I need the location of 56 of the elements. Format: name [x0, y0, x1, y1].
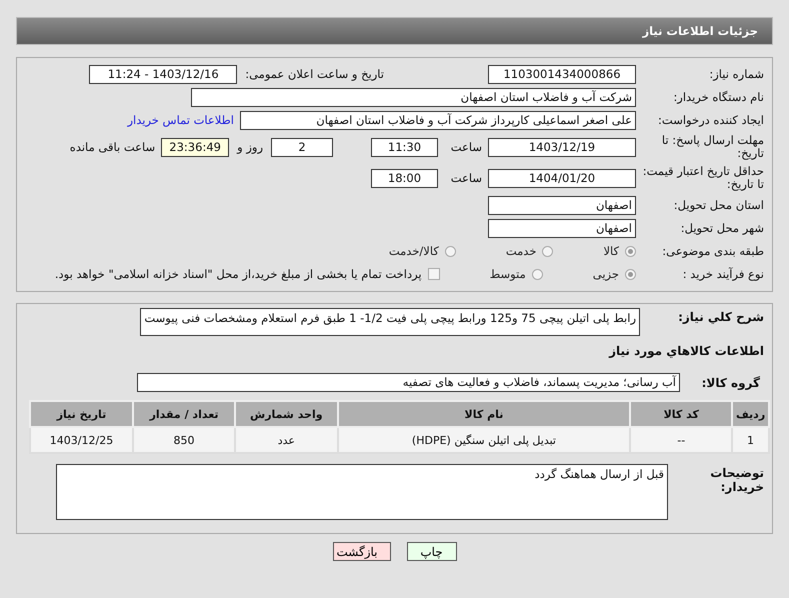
requester-field: علی اصغر اسماعیلی کارپرداز شرکت آب و فاضلاب استان اصفهان: [240, 110, 636, 130]
field-label: ایجاد کننده درخواست:: [657, 113, 765, 127]
field-label: شرح کلي نياز:: [677, 309, 765, 324]
days-label: روز و: [237, 140, 263, 154]
validity-date-field: 1404/01/20: [488, 168, 636, 188]
category-radio[interactable]: کالا: [603, 244, 636, 258]
column-header: تاریخ نیاز: [30, 401, 134, 427]
province-field: اصفهان: [488, 196, 636, 214]
validity-time-field: 18:00: [371, 168, 438, 188]
field-label: توضیحات خریدار:: [709, 465, 765, 494]
field-label: استان محل تحویل:: [672, 198, 765, 212]
column-header: واحد شمارش: [235, 401, 338, 427]
process-radio[interactable]: جزیی: [592, 267, 636, 281]
deadline-date-field: 1403/12/19: [488, 138, 636, 156]
table-cell: 1: [732, 427, 769, 453]
buyer-org-field: شرکت آب و فاضلاب استان اصفهان: [191, 88, 636, 106]
category-radio[interactable]: کالا/خدمت: [388, 244, 456, 258]
column-header: تعداد / مقدار: [133, 401, 236, 427]
deadline-time-field: 11:30: [371, 138, 438, 156]
table-cell: 850: [133, 427, 236, 453]
field-label: حداقل تاریخ اعتبار قیمت: تا تاریخ:: [642, 165, 765, 191]
column-header: کد کالا: [630, 401, 732, 427]
field-label: شهر محل تحویل:: [680, 221, 765, 235]
remaining-time-field: 23:36:49: [161, 138, 230, 156]
days-field: 2: [271, 138, 333, 156]
payment-text: پرداخت تمام یا بخشی از مبلغ خرید،از محل "اسناد خزانه اسلامی" خواهد بود.: [54, 267, 422, 281]
action-button[interactable]: بازگشت: [332, 542, 390, 561]
action-button[interactable]: چاپ: [406, 542, 456, 561]
payment-checkbox[interactable]: [428, 268, 440, 280]
field-label: نوع فرآیند خرید :: [682, 267, 765, 281]
description-textarea: رابط پلی اتیلن پیچی 75 و125 ورابط پیچی پلی فیت 1/2- 1 طبق فرم استعلام ومشخصات فنی پیوست: [140, 308, 640, 336]
table-cell: عدد: [235, 427, 338, 453]
announce-date-field: 1403/12/16 - 11:24: [89, 64, 238, 84]
time-label: ساعت: [450, 140, 482, 154]
section-heading: اطلاعات کالاهاي مورد نياز: [608, 344, 765, 358]
table-cell: تبدیل پلی اتیلن سنگین (HDPE): [338, 427, 630, 453]
column-header: نام کالا: [338, 401, 630, 427]
category-radio[interactable]: خدمت: [506, 244, 554, 258]
time-label: ساعت: [450, 171, 482, 185]
field-label: شماره نیاز:: [708, 67, 765, 81]
buyer-notes-textarea: قبل از ارسال هماهنگ گردد: [56, 464, 668, 520]
buyer-contact-link[interactable]: اطلاعات تماس خریدار: [127, 113, 234, 127]
field-label: گروه کالا:: [700, 375, 761, 390]
remaining-label: ساعت باقی مانده: [70, 140, 156, 154]
table-cell: --: [630, 427, 732, 453]
need-number-field: 1103001434000866: [488, 64, 636, 84]
city-field: اصفهان: [488, 218, 636, 238]
field-label: مهلت ارسال پاسخ: تا تاریخ:: [660, 134, 765, 160]
process-radio[interactable]: متوسط: [490, 267, 543, 281]
goods-group-field: آب رسانی؛ مدیریت پسماند، فاضلاب و فعالیت های تصفیه: [137, 372, 680, 392]
column-header: ردیف: [732, 401, 769, 427]
page-title: جزئیات اطلاعات نیاز: [642, 24, 758, 38]
field-label: طبقه بندی موضوعی:: [661, 244, 765, 258]
table-cell: 1403/12/25: [30, 427, 134, 453]
field-label: تاریخ و ساعت اعلان عمومی:: [245, 67, 384, 81]
field-label: نام دستگاه خریدار:: [672, 90, 765, 104]
